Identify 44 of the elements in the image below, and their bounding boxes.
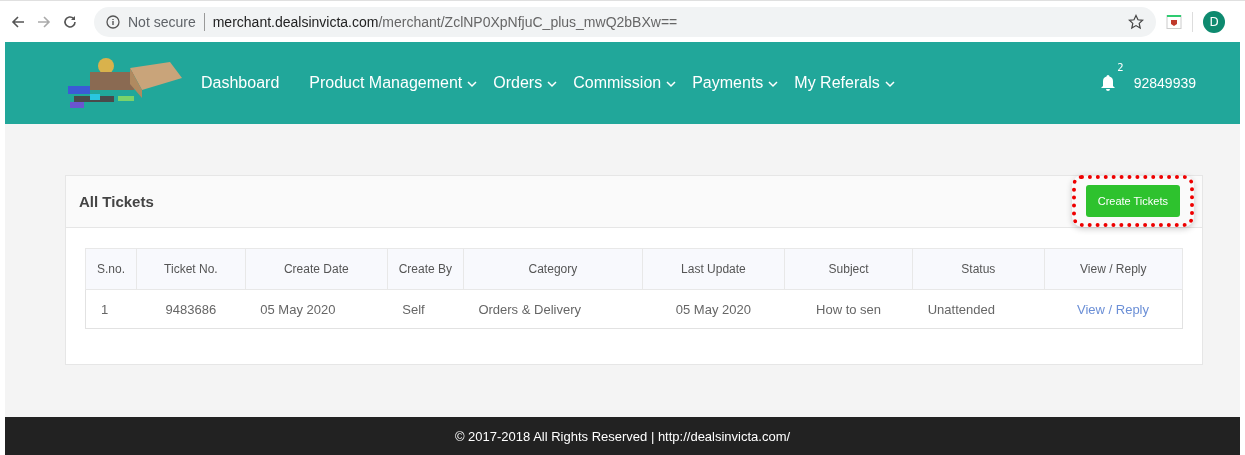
column-header: Create Date xyxy=(245,248,388,290)
panel-title: All Tickets xyxy=(79,193,154,210)
address-bar[interactable]: Not secure merchant.dealsinvicta.com/merchant/ZclNP0XpNfjuC_plus_mwQ2bBXw== xyxy=(94,6,1156,37)
profile-avatar[interactable]: D xyxy=(1203,10,1225,33)
nav-item[interactable]: Product Management xyxy=(309,74,478,92)
reload-icon[interactable] xyxy=(62,13,78,30)
table-cell: Self xyxy=(387,289,464,329)
chevron-down-icon xyxy=(467,81,478,88)
column-header: Last Update xyxy=(642,248,785,290)
nav-item[interactable]: My Referals xyxy=(794,74,895,92)
security-label: Not secure xyxy=(128,13,196,30)
table-cell: Orders & Delivery xyxy=(463,289,643,329)
footer-text: © 2017-2018 All Rights Reserved | http://dealsinvicta.com/ xyxy=(454,428,791,444)
star-icon[interactable] xyxy=(1128,13,1144,30)
bell-icon[interactable] xyxy=(1099,74,1118,92)
column-header: Category xyxy=(463,248,643,290)
column-header: Ticket No. xyxy=(136,248,246,290)
user-id[interactable]: 92849939 xyxy=(1133,75,1196,91)
chevron-down-icon xyxy=(547,81,558,88)
url-text: merchant.dealsinvicta.com/merchant/ZclNP0XpNfjuC_plus_mwQ2bBXw== xyxy=(212,13,678,30)
info-icon xyxy=(106,14,120,29)
extension-icon[interactable] xyxy=(1166,13,1182,30)
table-cell: 05 May 2020 xyxy=(245,289,388,329)
table-cell: How to sen xyxy=(784,289,913,329)
chevron-down-icon xyxy=(884,81,895,88)
back-icon[interactable] xyxy=(10,13,26,30)
notification-count: 2 xyxy=(1117,62,1124,73)
column-header: S.no. xyxy=(85,248,137,290)
nav-item[interactable]: Dashboard xyxy=(201,74,280,92)
table-cell: Unattended xyxy=(912,289,1044,329)
column-header: Create By xyxy=(387,248,464,290)
nav-item[interactable]: Orders xyxy=(493,74,558,92)
column-header: Subject xyxy=(784,248,913,290)
nav-item[interactable]: Payments xyxy=(692,74,779,92)
view-reply-link[interactable]: View / Reply xyxy=(1077,301,1149,317)
nav-item[interactable]: Commission xyxy=(573,74,677,92)
table-cell: 05 May 2020 xyxy=(642,289,785,329)
chevron-down-icon xyxy=(768,81,779,88)
table-cell: 1 xyxy=(85,289,137,329)
chevron-down-icon xyxy=(666,81,677,88)
table-cell: 9483686 xyxy=(136,289,246,329)
column-header: View / Reply xyxy=(1044,248,1183,290)
column-header: Status xyxy=(912,248,1044,290)
create-tickets-button[interactable]: Create Tickets xyxy=(1085,184,1180,217)
